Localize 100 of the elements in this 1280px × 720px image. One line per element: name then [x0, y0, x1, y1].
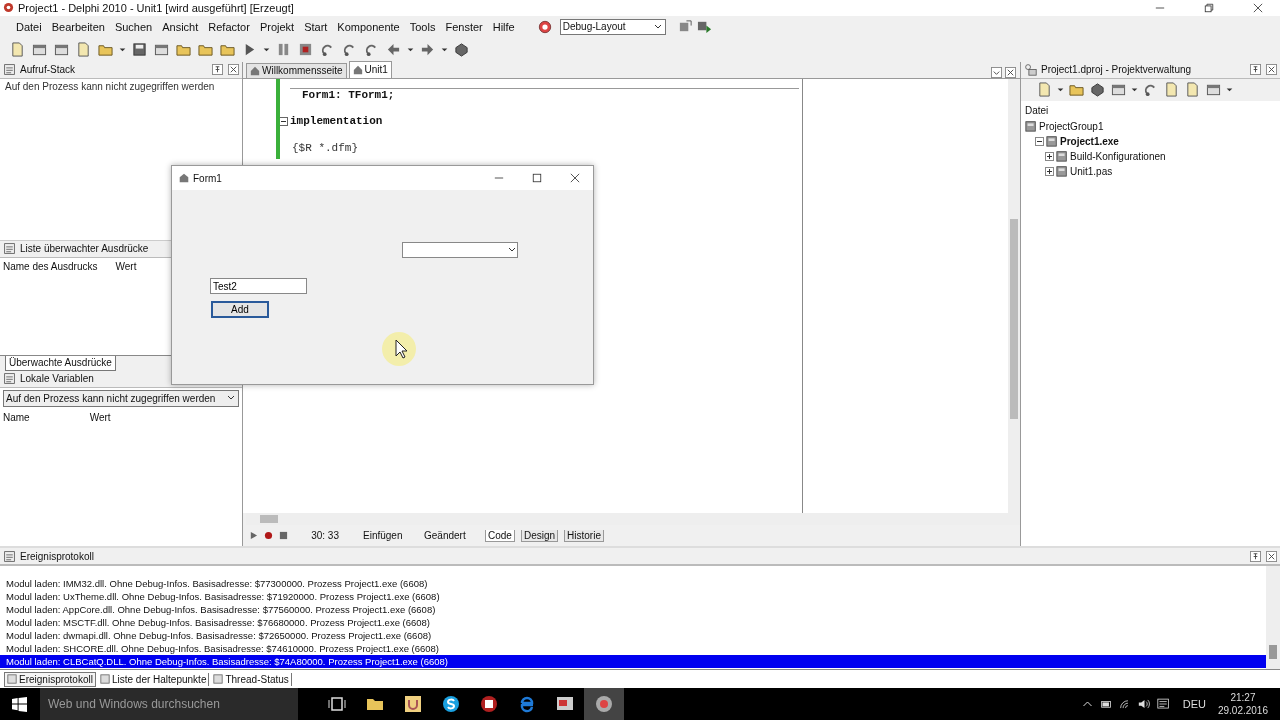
menu-item[interactable]: Datei [11, 20, 47, 33]
play-icon[interactable] [249, 531, 258, 541]
close-icon[interactable] [228, 64, 239, 76]
open-folder-icon[interactable] [176, 42, 191, 58]
column-header[interactable]: Wert [115, 260, 137, 272]
column-header[interactable]: Wert [89, 411, 111, 423]
log-line[interactable]: Modul laden: AppCore.dll. Ohne Debug-Infos. Basisadresse: $77560000. Prozess Project1.exe (6608) [0, 603, 1266, 617]
fold-icon[interactable] [279, 116, 288, 126]
globe-icon[interactable] [537, 19, 552, 34]
volume-icon[interactable] [1137, 698, 1151, 710]
panel-title: Project1.dproj - Projektverwaltung [1041, 64, 1192, 76]
menu-item[interactable]: Ansicht [157, 20, 204, 33]
notification-icon[interactable] [1156, 698, 1170, 710]
log-line[interactable]: Modul laden: SHCORE.dll. Ohne Debug-Infos. Basisadresse: $74610000. Prozess Project1.exe (6608) [0, 642, 1266, 656]
expand-icon[interactable] [1045, 151, 1054, 161]
menu-item[interactable]: Bearbeiten [46, 20, 110, 33]
tab[interactable]: Ereignisprotokoll [4, 671, 96, 687]
pin-icon[interactable] [1250, 550, 1261, 562]
close-icon[interactable] [1253, 2, 1263, 13]
close-icon[interactable] [1266, 64, 1277, 76]
menu-item[interactable]: Start [299, 20, 333, 33]
pause-icon[interactable] [276, 42, 291, 58]
project-icon [1046, 135, 1058, 148]
panel-title: Liste überwachter Ausdrücke [20, 243, 149, 255]
new-file-icon[interactable] [10, 42, 25, 58]
tree-item[interactable]: ProjectGroup1 [1039, 120, 1104, 132]
menu-item[interactable]: Fenster [440, 20, 488, 33]
close-icon[interactable] [570, 173, 580, 183]
tree-item[interactable]: Build-Konfigurationen [1070, 150, 1166, 162]
dropdown-icon[interactable] [991, 66, 1002, 78]
collapse-icon[interactable] [1035, 136, 1044, 146]
maximize-icon[interactable] [532, 173, 542, 183]
process-dropdown[interactable]: Auf den Prozess kann nicht zugegriffen werden [3, 389, 239, 407]
project-icon [1025, 120, 1037, 133]
panel-icon [7, 674, 17, 684]
back-arrow-icon[interactable] [386, 42, 401, 58]
layout-dropdown[interactable]: Debug-Layout [559, 18, 666, 35]
expand-icon[interactable] [1045, 166, 1054, 176]
window-icon[interactable] [1111, 82, 1126, 98]
log-line[interactable]: Modul laden: IMM32.dll. Ohne Debug-Infos. Basisadresse: $77300000. Prozess Project1.exe (6608) [0, 577, 1266, 591]
log-line[interactable]: Modul laden: dwmapi.dll. Ohne Debug-Infos. Basisadresse: $72650000. Prozess Project1.exe (6608) [0, 629, 1266, 643]
text-field[interactable]: Test2 [210, 278, 307, 294]
window-title: Form1 [193, 172, 222, 184]
tree-item[interactable]: Unit1.pas [1070, 165, 1113, 177]
menu-item[interactable]: Refactor [203, 20, 255, 33]
scrollbar[interactable] [1008, 78, 1020, 514]
battery-icon[interactable] [1099, 698, 1113, 710]
clock-date[interactable]: 29.02.2016 [1217, 704, 1268, 717]
window-icon[interactable] [154, 42, 169, 58]
view-tab[interactable]: Design [520, 529, 559, 542]
menu-item[interactable]: Komponente [332, 20, 405, 33]
tab[interactable]: Thread-Status [211, 672, 292, 686]
window-icon[interactable] [54, 42, 69, 58]
open-folder-icon[interactable] [1069, 82, 1084, 98]
language-indicator[interactable]: DEU [1182, 698, 1206, 710]
task-view-icon[interactable] [327, 694, 347, 714]
search-field[interactable]: Web und Windows durchsuchen [40, 688, 298, 720]
column-header[interactable]: Datei [1025, 104, 1276, 116]
save-icon[interactable] [132, 42, 147, 58]
run-icon[interactable] [696, 19, 712, 35]
component-icon[interactable] [454, 42, 469, 58]
menu-item[interactable]: Projekt [254, 20, 300, 33]
pin-icon[interactable] [1250, 64, 1261, 76]
record-icon[interactable] [264, 531, 273, 541]
insert-mode: Einfügen [363, 530, 404, 542]
editor-tab[interactable]: Unit1 [348, 60, 392, 78]
stop-icon[interactable] [298, 42, 313, 58]
open-file-icon[interactable] [76, 42, 91, 58]
chat-app-icon[interactable] [441, 694, 461, 714]
log-line[interactable]: Modul laden: UxTheme.dll. Ohne Debug-Infos. Basisadresse: $71920000. Prozess Project1.exe (6608) [0, 590, 1266, 604]
menu-item[interactable]: Tools [404, 20, 441, 33]
restore-icon[interactable] [1204, 2, 1214, 13]
view-tab[interactable]: Historie [564, 529, 604, 542]
pin-icon[interactable] [212, 64, 223, 76]
close-icon[interactable] [1005, 66, 1016, 78]
view-tab[interactable]: Code [485, 529, 515, 542]
tab[interactable]: Überwachte Ausdrücke [5, 355, 116, 371]
scrollbar[interactable] [1266, 566, 1280, 669]
cube-icon[interactable] [1090, 82, 1105, 98]
app-icon[interactable] [479, 694, 499, 714]
app-icon[interactable] [403, 694, 423, 714]
log-line[interactable]: Modul laden: MSCTF.dll. Ohne Debug-Infos. Basisadresse: $76680000. Prozess Project1.exe (6608) [0, 616, 1266, 630]
list-icon[interactable] [1206, 82, 1221, 98]
window-icon[interactable] [32, 42, 47, 58]
taskbar-button[interactable] [584, 688, 624, 720]
close-icon[interactable] [1266, 550, 1277, 562]
add-button[interactable]: Add [211, 301, 269, 318]
column-header[interactable]: Name [3, 411, 30, 423]
tab[interactable]: Liste der Haltepunkte [97, 672, 210, 686]
clock-time[interactable]: 21:27 [1230, 691, 1256, 704]
menu-item[interactable]: Hilfe [487, 20, 520, 33]
stop-icon[interactable] [279, 531, 288, 541]
windows-start-icon[interactable] [12, 696, 27, 712]
editor-tab[interactable]: Willkommensseite [246, 62, 347, 78]
app-icon [178, 172, 190, 184]
column-header[interactable]: Name des Ausdrucks [3, 260, 98, 272]
project-manager-icon [1024, 63, 1037, 77]
open-folder-icon[interactable] [98, 42, 113, 58]
tree-item[interactable]: Project1.exe [1060, 135, 1119, 147]
menu-item[interactable]: Suchen [109, 20, 158, 33]
